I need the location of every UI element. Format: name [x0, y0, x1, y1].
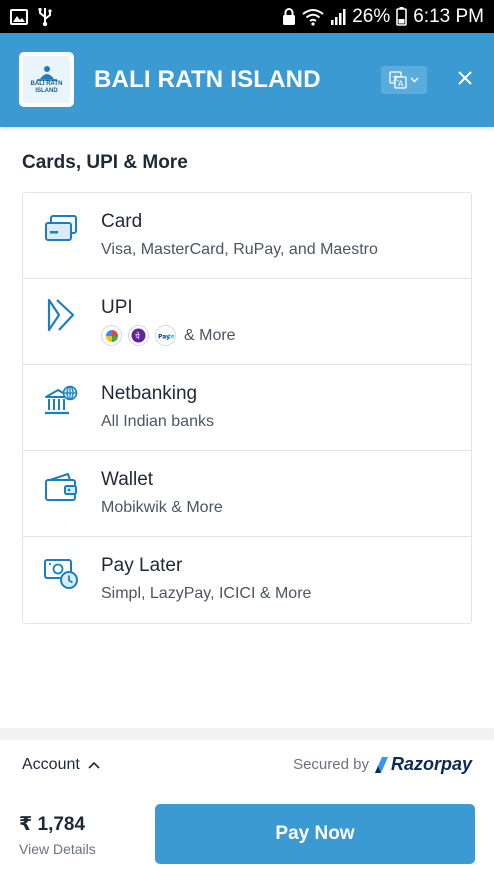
logo-text: BALI RATN ISLAND: [30, 80, 63, 94]
secured-by-label: Secured by: [293, 756, 369, 773]
method-wallet[interactable]: Wallet Mobikwik & More: [23, 451, 471, 537]
svg-text:A: A: [398, 80, 404, 89]
phonepe-icon: पे: [128, 325, 149, 346]
status-bar: 26% 6:13 PM: [0, 0, 494, 33]
method-title: Pay Later: [101, 555, 183, 576]
secured-by-razorpay: Secured by Razorpay: [293, 754, 472, 775]
method-subtitle: Simpl, LazyPay, ICICI & More: [101, 585, 312, 602]
merchant-name: BALI RATN ISLAND: [94, 66, 321, 93]
merchant-logo: BALI RATN ISLAND: [19, 52, 74, 107]
close-button[interactable]: [454, 67, 476, 89]
battery-percent: 26%: [352, 5, 391, 27]
method-card[interactable]: Card Visa, MasterCard, RuPay, and Maestr…: [23, 193, 471, 279]
section-title: Cards, UPI & More: [22, 152, 188, 173]
upi-apps: पे Pay tm & More: [101, 325, 236, 346]
language-button[interactable]: 文 A: [381, 66, 427, 94]
bank-icon: [43, 383, 79, 419]
card-icon: [43, 211, 79, 247]
signal-icon: [330, 8, 346, 25]
upi-icon: [43, 297, 79, 333]
method-title: Card: [101, 211, 143, 232]
wallet-icon: [43, 469, 79, 505]
method-title: Wallet: [101, 469, 154, 490]
order-amount: ₹ 1,784: [19, 814, 86, 835]
method-upi[interactable]: UPI पे Pay tm & More: [23, 279, 471, 365]
pay-bar: ₹ 1,784 View Details Pay Now: [0, 790, 494, 879]
method-title: UPI: [101, 297, 133, 318]
method-netbanking[interactable]: Netbanking All Indian banks: [23, 365, 471, 451]
battery-icon: [396, 7, 408, 26]
method-pay-later[interactable]: Pay Later Simpl, LazyPay, ICICI & More: [23, 537, 471, 623]
razorpay-logo: Razorpay: [374, 754, 472, 775]
close-icon: [458, 71, 472, 85]
chevron-up-icon: [88, 761, 100, 769]
method-subtitle: Mobikwik & More: [101, 499, 223, 516]
method-subtitle: Visa, MasterCard, RuPay, and Maestro: [101, 241, 378, 258]
image-icon: [10, 8, 28, 25]
view-details-link[interactable]: View Details: [19, 841, 96, 857]
method-subtitle: All Indian banks: [101, 413, 214, 430]
payment-methods-list: Card Visa, MasterCard, RuPay, and Maestr…: [22, 192, 472, 624]
wifi-icon: [302, 8, 324, 26]
razorpay-brand-text: Razorpay: [390, 754, 472, 774]
usb-icon: [38, 7, 52, 27]
method-title: Netbanking: [101, 383, 198, 404]
razorpay-mark-icon: [374, 756, 388, 773]
logo-mark-icon: [36, 65, 57, 81]
account-label: Account: [22, 756, 80, 773]
translate-icon: 文 A: [389, 71, 407, 89]
account-bar: Account Secured by Razorpay: [0, 740, 494, 790]
pay-now-button[interactable]: Pay Now: [155, 804, 475, 864]
footer-divider: [0, 728, 494, 740]
google-pay-icon: [101, 325, 122, 346]
svg-text:पे: पे: [135, 331, 140, 341]
clock: 6:13 PM: [413, 5, 484, 27]
method-subtitle: & More: [184, 326, 236, 344]
paytm-icon: Pay tm: [155, 325, 176, 346]
account-toggle[interactable]: Account: [22, 756, 100, 774]
pay-later-icon: [43, 555, 79, 591]
chevron-down-icon: [410, 77, 419, 83]
svg-text:tm: tm: [168, 333, 174, 340]
checkout-header: BALI RATN ISLAND BALI RATN ISLAND 文 A: [0, 33, 494, 127]
lock-icon: [282, 7, 296, 26]
